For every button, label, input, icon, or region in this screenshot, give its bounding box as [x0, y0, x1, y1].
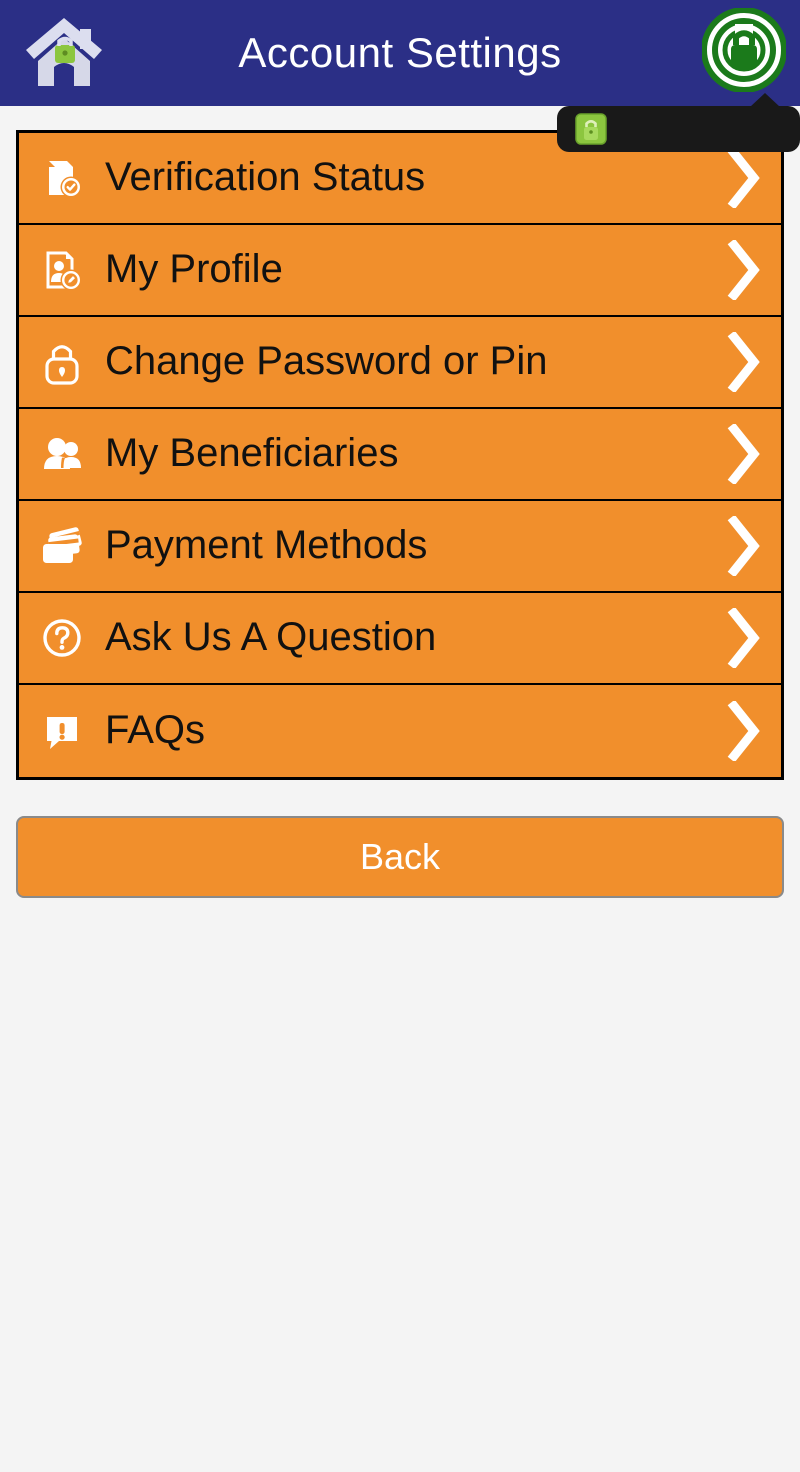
- document-check-icon: [19, 154, 105, 202]
- speech-alert-icon: [19, 707, 105, 755]
- menu-item-label: My Profile: [105, 248, 283, 291]
- menu-item-label: FAQs: [105, 709, 206, 752]
- menu-item-label: Payment Methods: [105, 524, 428, 567]
- menu-item-faqs[interactable]: FAQs: [19, 685, 781, 777]
- menu-item-my-profile[interactable]: My Profile: [19, 225, 781, 317]
- chevron-right-icon: [707, 332, 781, 392]
- app-screen: Account Settings Verification Status My …: [0, 0, 800, 1472]
- menu-item-label: Verification Status: [105, 156, 426, 199]
- menu-item-label: My Beneficiaries: [105, 432, 399, 475]
- lock-tooltip[interactable]: [557, 93, 800, 152]
- chevron-right-icon: [707, 424, 781, 484]
- back-button-label: Back: [359, 836, 441, 877]
- home-button[interactable]: [18, 11, 110, 95]
- menu-item-label: Ask Us A Question: [105, 616, 437, 659]
- logout-lock-button[interactable]: [698, 6, 790, 98]
- secure-lock-icon: [701, 6, 787, 97]
- chevron-right-icon: [707, 608, 781, 668]
- chevron-right-icon: [707, 148, 781, 208]
- question-circle-icon: [19, 614, 105, 662]
- padlock-icon: [19, 338, 105, 386]
- back-button[interactable]: Back: [16, 816, 784, 898]
- menu-item-ask-question[interactable]: Ask Us A Question: [19, 593, 781, 685]
- menu-item-change-password[interactable]: Change Password or Pin: [19, 317, 781, 409]
- menu-item-my-beneficiaries[interactable]: My Beneficiaries: [19, 409, 781, 501]
- chevron-right-icon: [707, 240, 781, 300]
- credit-cards-icon: [19, 522, 105, 570]
- page-title: Account Settings: [238, 29, 562, 76]
- menu-item-payment-methods[interactable]: Payment Methods: [19, 501, 781, 593]
- green-padlock-icon: [575, 113, 607, 145]
- people-icon: [19, 430, 105, 478]
- home-lock-icon: [22, 12, 106, 95]
- settings-menu-list: Verification Status My Profile Change Pa…: [16, 130, 784, 780]
- chevron-right-icon: [707, 516, 781, 576]
- profile-edit-icon: [19, 246, 105, 294]
- app-header: Account Settings: [0, 0, 800, 106]
- tooltip-arrow-icon: [750, 93, 780, 107]
- chevron-right-icon: [707, 701, 781, 761]
- menu-item-label: Change Password or Pin: [105, 340, 548, 383]
